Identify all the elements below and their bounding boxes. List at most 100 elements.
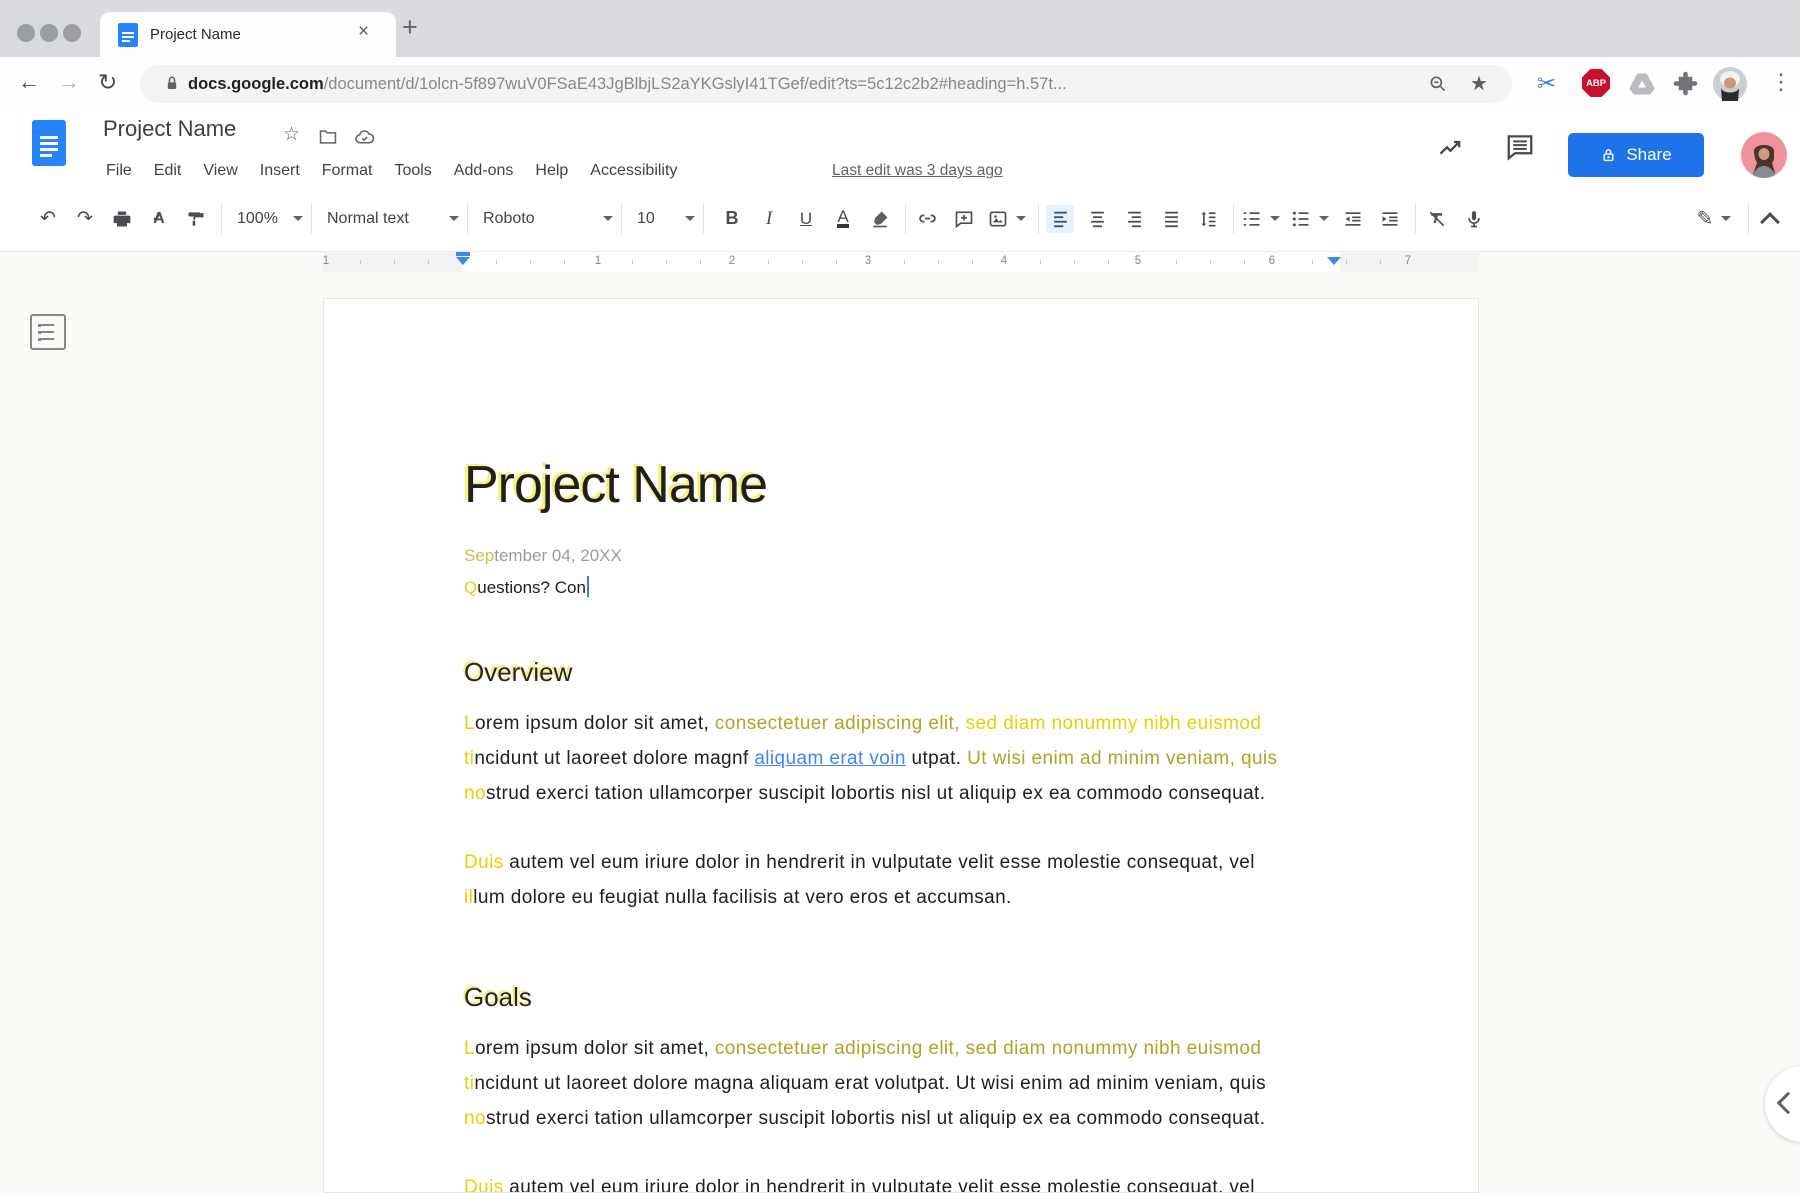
last-edit-link[interactable]: Last edit was 3 days ago bbox=[832, 162, 1003, 180]
doc-link[interactable]: aliquam erat voin bbox=[754, 748, 906, 769]
comments-icon[interactable] bbox=[1505, 132, 1535, 162]
doc-line: Duis autem vel eum iriure dolor in hendr… bbox=[464, 845, 1340, 880]
bulleted-list-button[interactable] bbox=[1290, 205, 1330, 233]
voice-typing-mic-button[interactable] bbox=[1460, 205, 1488, 233]
new-tab-button[interactable]: + bbox=[402, 12, 418, 43]
cloud-saved-icon[interactable] bbox=[354, 127, 375, 148]
insert-image-button[interactable] bbox=[987, 205, 1027, 233]
chevron-down-icon bbox=[1270, 216, 1280, 221]
paragraph-style-select[interactable]: Normal text bbox=[319, 204, 465, 234]
font-family-select[interactable]: Roboto bbox=[475, 204, 619, 234]
redo-button[interactable]: ↷ bbox=[71, 205, 99, 233]
extensions-puzzle-icon[interactable] bbox=[1672, 70, 1699, 97]
bookmark-star-icon[interactable]: ★ bbox=[1470, 71, 1488, 96]
menu-item-file[interactable]: File bbox=[95, 160, 143, 182]
decrease-indent-button[interactable] bbox=[1339, 205, 1367, 233]
clear-formatting-button[interactable] bbox=[1423, 205, 1451, 233]
insert-link-button[interactable] bbox=[913, 205, 941, 233]
menu-item-accessibility[interactable]: Accessibility bbox=[579, 160, 688, 182]
doc-text-segment: Duis bbox=[464, 852, 504, 873]
menu-item-tools[interactable]: Tools bbox=[383, 160, 442, 182]
zoom-out-icon[interactable] bbox=[1428, 74, 1448, 94]
increase-indent-button[interactable] bbox=[1376, 205, 1404, 233]
zoom-select[interactable]: 100% bbox=[229, 204, 309, 234]
text-color-button[interactable]: A bbox=[829, 205, 857, 233]
right-indent-marker[interactable] bbox=[1327, 256, 1341, 265]
ruler-tick bbox=[1074, 260, 1075, 264]
editing-mode-button[interactable]: ✎ bbox=[1691, 205, 1737, 233]
undo-button[interactable]: ↶ bbox=[34, 205, 62, 233]
move-folder-icon[interactable] bbox=[318, 127, 338, 147]
window-zoom-button[interactable] bbox=[63, 24, 81, 42]
docs-home-icon[interactable] bbox=[32, 120, 66, 166]
share-lock-icon bbox=[1600, 147, 1617, 164]
align-left-button[interactable] bbox=[1046, 205, 1074, 233]
underline-button[interactable]: U bbox=[792, 205, 820, 233]
ruler[interactable]: 11234567 bbox=[0, 252, 1800, 273]
doc-section-goals: GoalsLorem ipsum dolor sit amet, consect… bbox=[464, 979, 1340, 1193]
drive-extension-icon[interactable] bbox=[1628, 70, 1656, 98]
adblock-extension-icon[interactable]: ABP bbox=[1582, 69, 1610, 97]
browser-profile-avatar[interactable] bbox=[1713, 67, 1747, 101]
chevron-down-icon bbox=[1319, 216, 1329, 221]
doc-text-segment: Q bbox=[464, 578, 477, 597]
bold-button[interactable]: B bbox=[718, 205, 746, 233]
left-indent-marker[interactable] bbox=[456, 252, 470, 265]
forward-button[interactable]: → bbox=[58, 69, 80, 95]
align-right-button[interactable] bbox=[1120, 205, 1148, 233]
highlight-color-button[interactable] bbox=[866, 205, 894, 233]
doc-date: September 04, 20XX bbox=[464, 543, 1340, 568]
doc-text-segment: ti bbox=[464, 748, 474, 769]
doc-paragraph: Lorem ipsum dolor sit amet, consectetuer… bbox=[464, 706, 1340, 811]
line-spacing-button[interactable] bbox=[1194, 205, 1222, 233]
spellcheck-button[interactable]: A✓ bbox=[145, 205, 173, 233]
ruler-number: 6 bbox=[1269, 255, 1275, 267]
url-text: docs.google.com/document/d/1olcn-5f897wu… bbox=[188, 75, 1067, 94]
doc-text-segment: il bbox=[464, 887, 473, 908]
doc-text-segment: ncidunt ut laoreet dolore magna aliquam … bbox=[474, 1073, 1266, 1094]
ruler-tick bbox=[938, 260, 939, 264]
paint-format-button[interactable] bbox=[182, 205, 210, 233]
document-page[interactable]: Project Name September 04, 20XX Question… bbox=[323, 298, 1479, 1193]
align-center-button[interactable] bbox=[1083, 205, 1111, 233]
account-avatar[interactable] bbox=[1741, 132, 1787, 178]
browser-tab[interactable]: Project Name × bbox=[100, 12, 396, 57]
ruler-number: 3 bbox=[865, 255, 871, 267]
star-document-icon[interactable]: ☆ bbox=[283, 123, 300, 146]
ruler-number: 5 bbox=[1135, 255, 1141, 267]
side-panel-open-button[interactable] bbox=[1765, 1066, 1800, 1142]
print-button[interactable] bbox=[108, 205, 136, 233]
menu-item-addons[interactable]: Add-ons bbox=[443, 160, 525, 182]
menu-item-insert[interactable]: Insert bbox=[249, 160, 311, 182]
add-comment-button[interactable] bbox=[950, 205, 978, 233]
numbered-list-button[interactable] bbox=[1241, 205, 1281, 233]
show-outline-button[interactable] bbox=[30, 314, 66, 350]
insights-trending-icon[interactable] bbox=[1437, 135, 1465, 163]
back-button[interactable]: ← bbox=[18, 69, 40, 95]
ruler-tick bbox=[802, 260, 803, 264]
window-minimize-button[interactable] bbox=[40, 24, 58, 42]
align-justify-button[interactable] bbox=[1157, 205, 1185, 233]
doc-line: tincidunt ut laoreet dolore magnf aliqua… bbox=[464, 741, 1340, 776]
font-size-select[interactable]: 10 bbox=[629, 204, 701, 234]
italic-button[interactable]: I bbox=[755, 205, 783, 233]
menu-item-view[interactable]: View bbox=[192, 160, 248, 182]
docs-header: Project Name ☆ FileEditViewInsertFormatT… bbox=[0, 110, 1800, 186]
document-title-field[interactable]: Project Name bbox=[103, 116, 236, 142]
ruler-tick bbox=[632, 260, 633, 264]
collapse-toolbar-button[interactable] bbox=[1756, 205, 1784, 233]
scissors-extension-icon[interactable]: ✂ bbox=[1537, 70, 1556, 97]
reload-button[interactable]: ↻ bbox=[98, 69, 117, 96]
ruler-number: 7 bbox=[1405, 255, 1411, 267]
menu-item-help[interactable]: Help bbox=[524, 160, 579, 182]
browser-menu-kebab-icon[interactable]: ⋮ bbox=[1770, 69, 1792, 95]
tab-close-icon[interactable]: × bbox=[358, 21, 369, 43]
menu-item-edit[interactable]: Edit bbox=[143, 160, 193, 182]
docs-toolbar: ↶ ↷ A✓ 100% Normal text Roboto 10 B I U … bbox=[0, 186, 1800, 252]
share-button[interactable]: Share bbox=[1568, 133, 1704, 177]
menu-item-format[interactable]: Format bbox=[311, 160, 384, 182]
address-bar[interactable]: docs.google.com/document/d/1olcn-5f897wu… bbox=[140, 65, 1512, 103]
ruler-tick bbox=[360, 260, 361, 264]
doc-body[interactable]: Project Name September 04, 20XX Question… bbox=[324, 299, 1478, 1193]
window-close-button[interactable] bbox=[17, 24, 35, 42]
